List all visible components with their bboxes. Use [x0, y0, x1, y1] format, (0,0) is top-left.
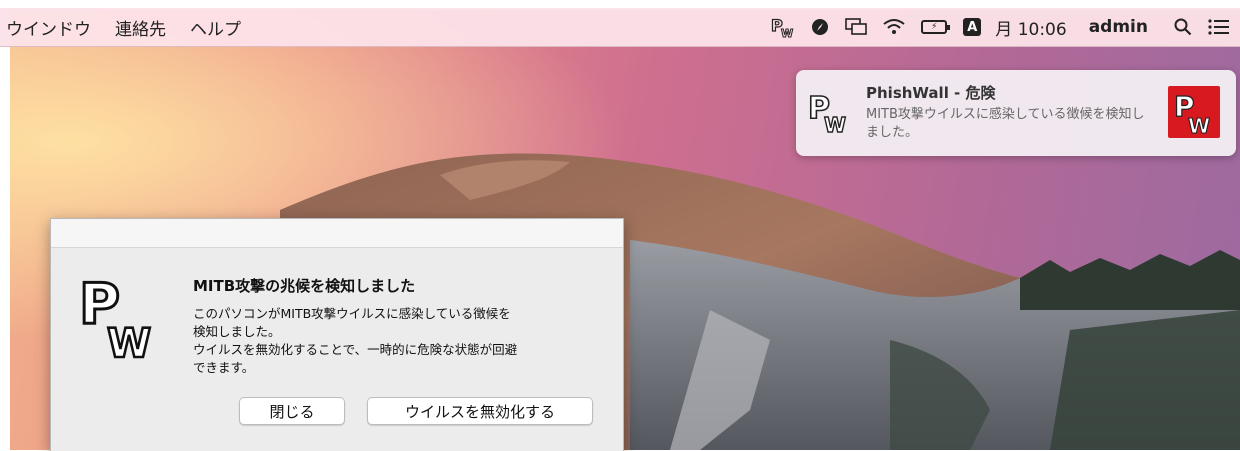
compass-icon[interactable]	[811, 18, 829, 36]
dialog-message-line: このパソコンがMITB攻撃ウイルスに感染している徴候を	[193, 306, 511, 321]
menu-window[interactable]: ウインドウ	[6, 15, 91, 40]
notification-title: PhishWall - 危険	[866, 84, 996, 102]
input-source-icon[interactable]: A	[963, 18, 982, 36]
svg-text:W: W	[107, 321, 151, 361]
menu-bar: ウインドウ 連絡先 ヘルプ P W ⚡ A 月 10:06 admin	[0, 8, 1240, 47]
dialog-headline: MITB攻撃の兆候を検知しました	[193, 277, 416, 295]
menu-help[interactable]: ヘルプ	[190, 15, 241, 40]
svg-text:W: W	[1188, 114, 1210, 138]
dialog-message: このパソコンがMITB攻撃ウイルスに感染している徴候を 検知しました。 ウイルス…	[193, 305, 603, 377]
menubar-clock[interactable]: 月 10:06	[995, 15, 1066, 40]
wifi-icon[interactable]	[883, 18, 905, 36]
dialog-message-line: できます。	[193, 360, 255, 375]
dialog-message-line: ウイルスを無効化することで、一時的に危険な状態が回避	[193, 342, 518, 357]
notification-body: MITB攻撃ウイルスに感染している徴候を検知しました。	[866, 107, 1145, 140]
close-button[interactable]: 閉じる	[239, 397, 345, 425]
phishwall-dialog-logo-icon: P W	[77, 271, 177, 369]
menubar-user[interactable]: admin	[1089, 17, 1148, 37]
svg-text:W: W	[781, 27, 793, 38]
menu-contacts[interactable]: 連絡先	[115, 15, 166, 40]
dialog-title-strip	[51, 219, 623, 248]
notification-banner[interactable]: P W PhishWall - 危険 MITB攻撃ウイルスに感染している徴候を検…	[796, 70, 1236, 156]
display-mirror-icon[interactable]	[845, 18, 868, 36]
dialog-message-line: 検知しました。	[193, 324, 281, 339]
phishwall-icon[interactable]: P W	[771, 16, 795, 38]
disable-virus-button[interactable]: ウイルスを無効化する	[367, 397, 593, 425]
phishwall-app-icon: P W	[1168, 86, 1220, 139]
input-source-label: A	[963, 18, 982, 36]
mitb-alert-dialog: P W MITB攻撃の兆候を検知しました このパソコンがMITB攻撃ウイルスに感…	[50, 218, 624, 451]
spotlight-search-icon[interactable]	[1174, 18, 1192, 36]
svg-text:W: W	[824, 113, 846, 136]
battery-level: ⚡	[921, 20, 951, 34]
battery-icon[interactable]: ⚡	[921, 20, 951, 34]
phishwall-logo-icon: P W	[806, 88, 854, 140]
notification-center-icon[interactable]	[1208, 18, 1230, 36]
